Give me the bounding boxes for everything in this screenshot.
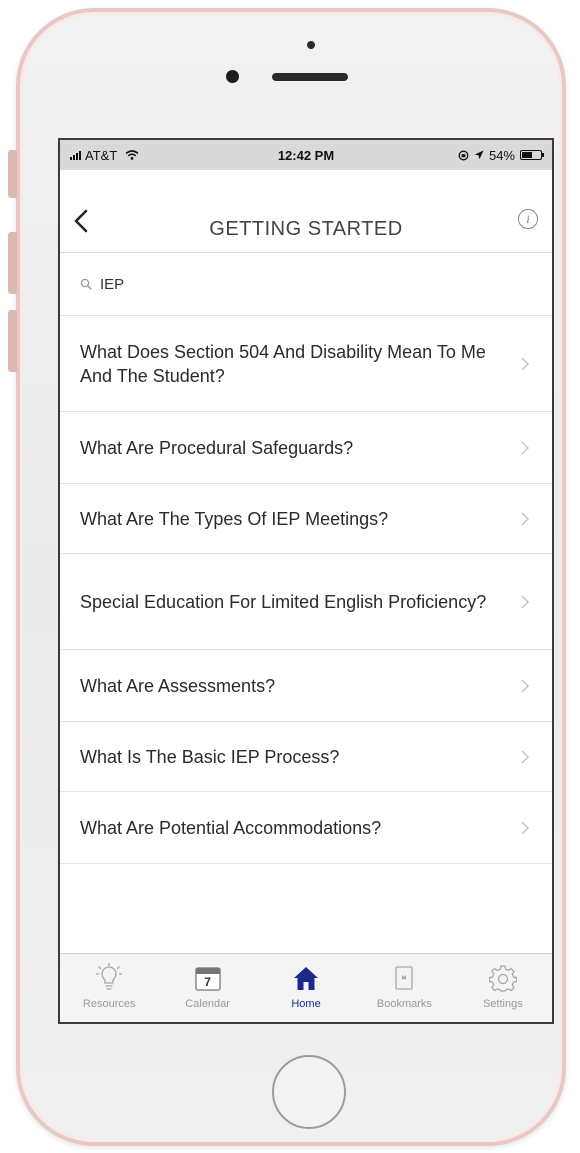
list-item[interactable]: What Are Potential Accommodations? [60,792,552,864]
list-item[interactable]: What Is The Basic IEP Process? [60,722,552,792]
list-item-label: What Is The Basic IEP Process? [80,746,340,767]
front-camera [226,70,239,83]
chevron-right-icon [521,820,530,835]
list-item-label: Special Education For Limited English Pr… [80,591,487,612]
home-icon [290,962,322,994]
location-icon [474,150,484,160]
list-item[interactable]: What Are Assessments? [60,650,552,722]
tab-home[interactable]: Home [257,954,355,1022]
bookmark-icon [388,962,420,994]
list-item-label: What Are The Types Of IEP Meetings? [80,508,389,529]
list-item[interactable]: What Does Section 504 And Disability Mea… [60,316,552,412]
orientation-lock-icon [458,150,469,160]
volume-down-button [8,310,17,372]
tab-label: Home [291,998,321,1010]
carrier-label: AT&T [85,147,118,163]
status-bar: AT&T 12:42 PM 54% [60,140,552,170]
earpiece-speaker [272,73,348,81]
chevron-right-icon [521,356,530,371]
calendar-icon: 7 [192,962,224,994]
list-item[interactable]: What Are Procedural Safeguards? [60,412,552,484]
info-button[interactable]: i [518,209,538,229]
list-item-label: What Are Procedural Safeguards? [80,437,354,458]
list-item-label: What Are Potential Accommodations? [80,817,382,838]
chevron-right-icon [521,594,530,609]
calendar-day: 7 [204,975,211,989]
tab-label: Resources [82,998,136,1010]
list-item-label: What Are Assessments? [80,675,276,696]
gear-icon [487,962,519,994]
search-input[interactable] [100,275,480,293]
faq-list: What Does Section 504 And Disability Mea… [60,316,552,864]
signal-icon [70,150,81,160]
tab-calendar[interactable]: 7 Calendar [158,954,256,1022]
chevron-right-icon [521,678,530,693]
list-item[interactable]: What Are The Types Of IEP Meetings? [60,484,552,554]
mute-switch [8,150,17,198]
tab-bar: Resources 7 Calendar Home Bookmarks Sett… [60,953,552,1022]
list-item-label: What Does Section 504 And Disability Mea… [80,341,486,386]
tab-resources[interactable]: Resources [60,954,158,1022]
chevron-right-icon [521,749,530,764]
phone-screen: AT&T 12:42 PM 54% GETTING STARTED i IEP … [58,138,554,1024]
search-bar [60,253,552,316]
page-title: GETTING STARTED [209,218,403,240]
navigation-bar: GETTING STARTED i [60,170,552,253]
tab-label: Settings [482,998,523,1010]
list-item[interactable]: Special Education For Limited English Pr… [60,554,552,650]
home-hardware-button[interactable] [272,1055,346,1129]
lightbulb-icon [93,962,125,994]
chevron-right-icon [521,440,530,455]
battery-percent: 54% [488,147,515,163]
proximity-sensor [307,41,315,49]
volume-up-button [8,232,17,294]
tab-settings[interactable]: Settings [454,954,552,1022]
tab-label: Bookmarks [376,998,432,1010]
tab-label: Calendar [185,998,230,1010]
tab-bookmarks[interactable]: Bookmarks [355,954,453,1022]
chevron-right-icon [521,511,530,526]
search-icon [80,278,92,290]
battery-icon [520,150,544,160]
info-icon: i [526,211,530,226]
wifi-icon [125,150,139,160]
